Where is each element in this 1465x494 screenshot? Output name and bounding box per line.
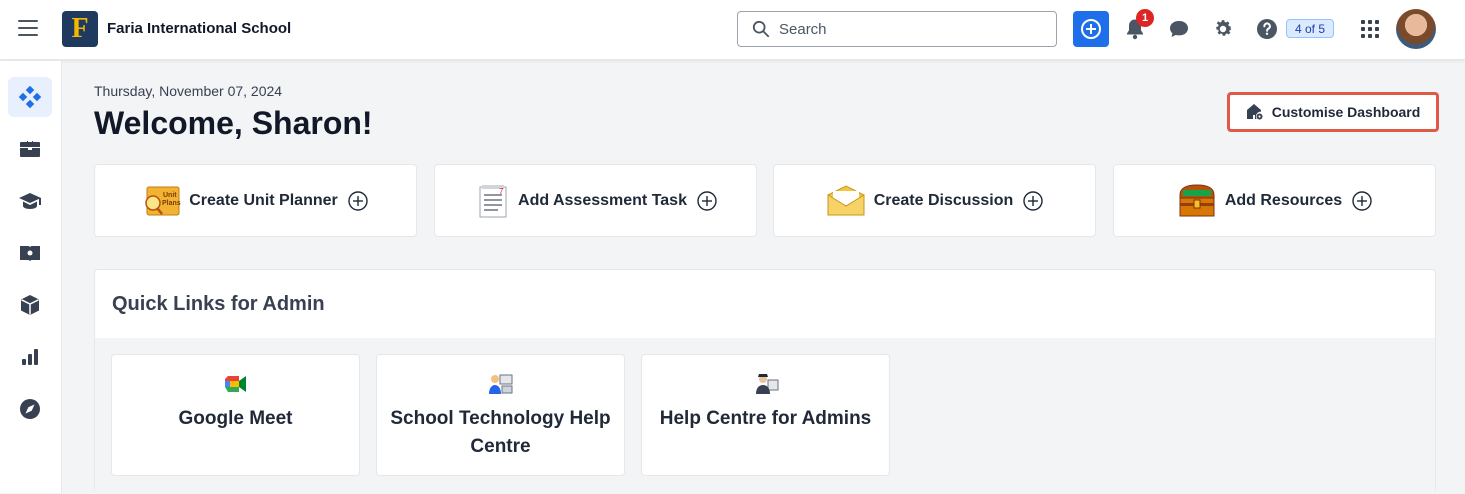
sidebar-item-dashboard[interactable] — [8, 77, 52, 117]
quick-link-label: School Technology Help Centre — [390, 408, 611, 457]
customise-dashboard-button[interactable]: Customise Dashboard — [1227, 92, 1439, 132]
chat-icon — [1170, 21, 1188, 37]
apps-grid-icon — [1361, 20, 1379, 38]
quick-links-area: Google Meet School Technology Help Centr… — [95, 338, 1435, 494]
sidebar — [0, 61, 62, 493]
school-name[interactable]: Faria International School — [107, 20, 291, 37]
school-logo[interactable]: F — [62, 11, 98, 47]
add-assessment-task-label: Add Assessment Task — [518, 191, 687, 209]
quick-links-title: Quick Links for Admin — [112, 293, 325, 315]
bar-chart-icon — [22, 349, 38, 365]
create-discussion-card[interactable]: Create Discussion — [773, 164, 1096, 237]
svg-text:7: 7 — [499, 187, 504, 196]
sidebar-item-explore[interactable] — [8, 389, 52, 429]
graduation-cap-icon — [19, 193, 41, 209]
plus-circle-icon — [1081, 19, 1101, 39]
tech-help-icon — [488, 374, 512, 394]
settings-button[interactable] — [1210, 16, 1236, 42]
plus-circle-icon — [1023, 190, 1043, 211]
menu-icon[interactable] — [18, 20, 38, 38]
messages-button[interactable] — [1166, 16, 1192, 42]
google-meet-icon — [224, 376, 246, 392]
svg-text:Unit: Unit — [163, 192, 177, 199]
admin-help-icon — [755, 374, 778, 394]
envelope-icon — [827, 184, 865, 215]
top-bar: F Faria International School 1 4 of 5 — [0, 0, 1465, 60]
current-date: Thursday, November 07, 2024 — [94, 83, 283, 99]
sidebar-item-portfolio[interactable] — [8, 129, 52, 169]
add-resources-card[interactable]: Add Resources — [1113, 164, 1436, 237]
help-button[interactable] — [1254, 16, 1280, 42]
add-button[interactable] — [1073, 11, 1109, 47]
quick-link-label: Help Centre for Admins — [659, 408, 872, 429]
plus-circle-icon — [697, 190, 717, 211]
add-resources-label: Add Resources — [1224, 191, 1343, 209]
quick-link-label: Google Meet — [178, 408, 293, 429]
create-unit-planner-label: Create Unit Planner — [189, 191, 338, 209]
search-input[interactable] — [779, 20, 1039, 38]
guide-progress-badge[interactable]: 4 of 5 — [1286, 19, 1335, 38]
box-icon — [21, 295, 39, 315]
add-assessment-task-card[interactable]: 7 Add Assessment Task — [434, 164, 757, 237]
search-box[interactable] — [737, 11, 1057, 47]
gear-icon — [1216, 20, 1232, 36]
unit-planner-icon: UnitPlans — [145, 186, 181, 215]
sidebar-item-resources[interactable] — [8, 285, 52, 325]
treasure-chest-icon — [1179, 183, 1215, 216]
apps-button[interactable] — [1357, 16, 1383, 42]
home-settings-icon — [1246, 104, 1263, 120]
create-discussion-label: Create Discussion — [873, 191, 1014, 209]
briefcase-icon — [20, 141, 40, 157]
welcome-heading: Welcome, Sharon! — [94, 105, 373, 141]
create-unit-planner-card[interactable]: Unit Plans Create Unit Planner — [94, 164, 417, 237]
plus-circle-icon — [1352, 190, 1372, 211]
user-avatar[interactable] — [1396, 9, 1436, 49]
svg-text:Plans: Plans — [162, 200, 181, 207]
plus-circle-icon — [348, 190, 368, 211]
help-icon — [1257, 19, 1277, 39]
sidebar-item-analytics[interactable] — [8, 337, 52, 377]
notification-badge: 1 — [1136, 9, 1154, 27]
reports-icon — [20, 246, 40, 262]
dashboard-icon — [19, 86, 41, 108]
compass-icon — [20, 399, 40, 419]
sidebar-item-reports[interactable] — [8, 233, 52, 273]
customise-dashboard-label: Customise Dashboard — [1271, 104, 1421, 120]
quick-link-google-meet[interactable]: Google Meet — [111, 354, 360, 476]
search-icon — [752, 20, 770, 38]
quick-link-admin-help[interactable]: Help Centre for Admins — [641, 354, 890, 476]
quick-link-tech-help[interactable]: School Technology Help Centre — [376, 354, 625, 476]
quick-links-panel: Quick Links for Admin Google Meet School… — [94, 269, 1436, 494]
sidebar-item-academics[interactable] — [8, 181, 52, 221]
assessment-task-icon: 7 — [479, 184, 507, 217]
